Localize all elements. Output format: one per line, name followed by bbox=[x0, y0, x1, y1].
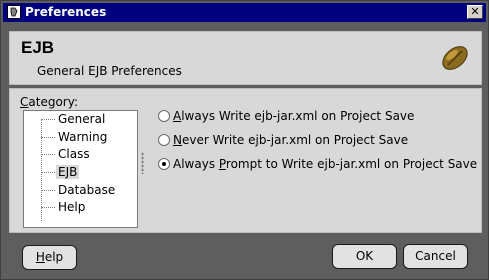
page-subtitle: General EJB Preferences bbox=[37, 64, 182, 78]
preferences-dialog: Preferences ✕ EJB General EJB Preference… bbox=[0, 0, 489, 280]
app-icon bbox=[7, 5, 21, 19]
close-icon: ✕ bbox=[470, 5, 480, 18]
help-button[interactable]: Help bbox=[22, 245, 77, 270]
category-label: Category: bbox=[20, 95, 78, 109]
header-panel: EJB General EJB Preferences bbox=[9, 31, 482, 85]
tree-item-warning[interactable]: Warning bbox=[41, 129, 107, 146]
option-always-write-label: Always Write ejb-jar.xml on Project Save bbox=[173, 109, 415, 123]
option-never-write-label: Never Write ejb-jar.xml on Project Save bbox=[173, 133, 409, 147]
option-always-prompt-label: Always Prompt to Write ejb-jar.xml on Pr… bbox=[173, 157, 478, 171]
content-panel: Category: General Warning Class EJB Data… bbox=[9, 88, 482, 233]
tree-item-ejb[interactable]: EJB bbox=[41, 164, 80, 181]
title-bar[interactable]: Preferences ✕ bbox=[3, 3, 486, 22]
tree-item-general[interactable]: General bbox=[41, 111, 105, 128]
tree-item-database[interactable]: Database bbox=[41, 182, 115, 199]
tree-item-class[interactable]: Class bbox=[41, 146, 90, 163]
cancel-button[interactable]: Cancel bbox=[403, 244, 468, 269]
tree-item-help[interactable]: Help bbox=[41, 199, 85, 216]
java-bean-icon bbox=[442, 46, 468, 70]
category-tree[interactable]: General Warning Class EJB Database Help bbox=[23, 110, 138, 228]
page-title: EJB bbox=[21, 38, 55, 57]
radio-always-write[interactable] bbox=[158, 110, 170, 122]
ok-button[interactable]: OK bbox=[332, 244, 397, 269]
radio-never-write[interactable] bbox=[158, 134, 170, 146]
close-button[interactable]: ✕ bbox=[467, 5, 483, 19]
radio-always-prompt[interactable] bbox=[158, 158, 170, 170]
window-title: Preferences bbox=[25, 5, 107, 19]
splitter-handle[interactable] bbox=[141, 152, 144, 174]
